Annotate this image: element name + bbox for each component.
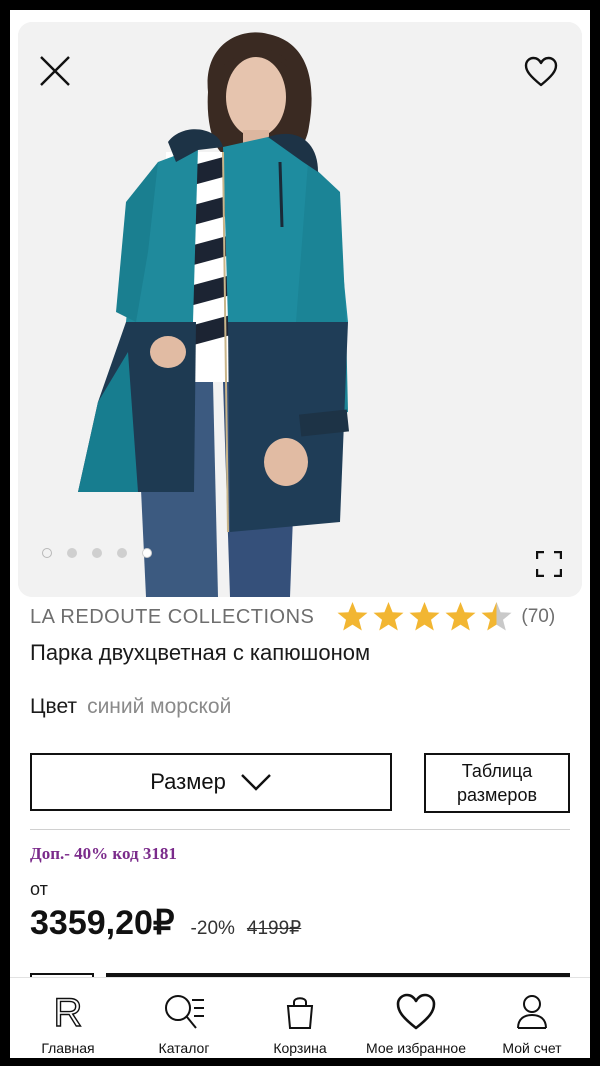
gallery-dot[interactable] [92,548,102,558]
tab-account[interactable]: Мой счет [474,978,590,1058]
tab-account-label: Мой счет [502,1040,562,1056]
svg-text:R: R [54,991,83,1034]
tab-catalog-label: Каталог [158,1040,210,1056]
gallery-dot[interactable] [67,548,77,558]
product-title: Парка двухцветная с капюшоном [30,640,371,665]
brand-rating-row: LA REDOUTE COLLECTIONS (70) [30,600,574,634]
tab-home[interactable]: R Главная [10,978,126,1058]
discount-badge: -20% [190,918,235,939]
product-gallery[interactable] [18,22,582,597]
catalog-search-icon [165,995,204,1029]
tab-cart[interactable]: Корзина [242,978,358,1058]
gallery-dot[interactable] [42,548,52,558]
bottom-tab-bar: R Главная Каталог Корзина Мое избранное [10,977,590,1058]
gallery-dot-active[interactable] [142,548,152,558]
size-table-label-line2: размеров [456,785,538,805]
size-table-button[interactable]: Таблица размеров [424,753,570,813]
product-photo [18,22,582,597]
size-table-label-line1: Таблица [461,761,533,781]
size-select-button[interactable]: Размер [30,753,392,811]
promo-code: Доп.- 40% код 3181 [30,844,177,863]
heart-icon[interactable] [524,56,558,88]
tab-home-label: Главная [41,1040,95,1056]
price-from-label: от [30,879,48,899]
user-icon [517,995,547,1029]
star-icon [373,602,404,631]
star-icon [337,602,368,631]
star-icon [409,602,440,631]
color-value: синий морской [87,695,232,718]
price-row: 3359,20₽ -20% 4199₽ [30,903,301,943]
gallery-pagination [42,548,152,558]
expand-icon[interactable] [535,550,563,578]
tab-cart-label: Корзина [273,1040,327,1056]
bag-icon [286,997,314,1029]
close-icon[interactable] [38,54,72,88]
heart-icon [396,993,436,1030]
tab-favorites-label: Мое избранное [366,1040,466,1056]
color-row: Цвет синий морской [30,695,231,719]
gallery-dot[interactable] [117,548,127,558]
star-icon [445,602,476,631]
product-screen: LA REDOUTE COLLECTIONS (70) Парка двухцв… [10,10,590,1058]
color-label: Цвет [30,695,78,718]
old-price: 4199₽ [246,918,302,939]
divider [30,829,570,830]
tab-catalog[interactable]: Каталог [126,978,242,1058]
star-icon [481,602,512,631]
rating-stars[interactable] [336,601,513,633]
chevron-down-icon [240,774,271,791]
review-count[interactable]: (70) [521,606,555,628]
tab-favorites[interactable]: Мое избранное [358,978,474,1058]
current-price: 3359,20₽ [30,904,175,942]
brand-name[interactable]: LA REDOUTE COLLECTIONS [30,606,314,629]
home-r-icon: R [53,990,83,1034]
size-select-label: Размер [150,769,226,794]
